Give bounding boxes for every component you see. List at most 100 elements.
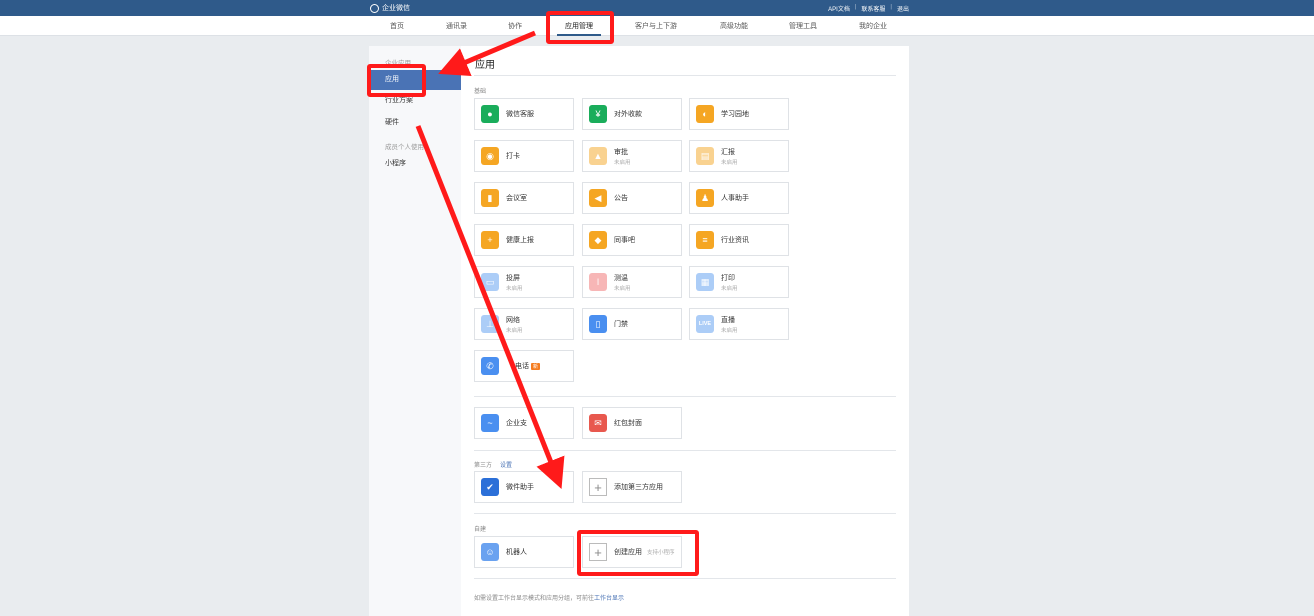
tab-my-enterprise[interactable]: 我的企业 bbox=[859, 21, 887, 31]
main-nav: 首页 通讯录 协作 应用管理 客户与上下游 高级功能 管理工具 我的企业 bbox=[0, 16, 1314, 36]
divider bbox=[474, 75, 896, 76]
check-doc-icon: ✔ bbox=[481, 478, 499, 496]
tab-home[interactable]: 首页 bbox=[390, 21, 404, 31]
workbench-display-link[interactable]: 工作台显示 bbox=[594, 596, 624, 602]
app-card[interactable]: ▭ 投屏 未启用 bbox=[474, 266, 574, 298]
top-links: API文档 | 联系客服 | 退出 bbox=[828, 4, 909, 13]
app-card[interactable]: ▤ 汇报未启用 bbox=[689, 140, 789, 172]
app-name: 学习园地 bbox=[721, 111, 749, 118]
app-name: 会议室 bbox=[506, 195, 527, 202]
contact-support-link[interactable]: 联系客服 bbox=[861, 4, 885, 13]
report-icon: ▤ bbox=[696, 147, 714, 165]
app-card[interactable]: + 健康上报 bbox=[474, 224, 574, 256]
app-status: 未启用 bbox=[506, 285, 523, 292]
wave-icon: ~ bbox=[481, 414, 499, 432]
wecom-logo-icon bbox=[370, 3, 379, 13]
app-name: 行业资讯 bbox=[721, 237, 749, 244]
yen-icon: ¥ bbox=[589, 105, 607, 123]
app-card[interactable]: LIVE 直播 未启用 bbox=[689, 308, 789, 340]
app-card[interactable]: ♟ 人事助手 bbox=[689, 182, 789, 214]
tab-contacts[interactable]: 通讯录 bbox=[446, 21, 467, 31]
tab-advanced[interactable]: 高级功能 bbox=[720, 21, 748, 31]
divider: | bbox=[890, 4, 892, 10]
app-card[interactable]: ◐ 学习园地 bbox=[689, 98, 789, 130]
app-card[interactable]: ⊥ 网络 未启用 bbox=[474, 308, 574, 340]
page-title: 应用 bbox=[475, 60, 495, 71]
annotation-box bbox=[577, 530, 699, 576]
third-party-settings-link[interactable]: 设置 bbox=[500, 463, 512, 469]
app-name: 网络 bbox=[506, 316, 520, 324]
door-icon: ▮ bbox=[481, 189, 499, 207]
divider bbox=[474, 513, 896, 514]
health-clipboard-icon: + bbox=[481, 231, 499, 249]
app-card[interactable]: ¥ 对外收款 bbox=[582, 98, 682, 130]
app-card[interactable]: ▯ 门禁 bbox=[582, 308, 682, 340]
app-card[interactable]: ▦ 打印未启用 bbox=[689, 266, 789, 298]
app-name: 汇报 bbox=[721, 148, 735, 156]
top-bar: 企业微信 API文档 | 联系客服 | 退出 bbox=[0, 0, 1314, 16]
printer-icon: ▦ bbox=[696, 273, 714, 291]
chat-bubble-icon: ● bbox=[481, 105, 499, 123]
app-card[interactable]: ≡ 行业资讯 bbox=[689, 224, 789, 256]
sidebar: 企业应用 应用 行业方案 硬件 成员个人使用 小程序 bbox=[369, 46, 461, 616]
annotation-box bbox=[546, 11, 614, 44]
stamp-icon: ▲ bbox=[589, 147, 607, 165]
app-card[interactable]: ~ 企业支 bbox=[474, 407, 574, 439]
live-icon: LIVE bbox=[696, 315, 714, 333]
app-name: 打印 bbox=[721, 274, 735, 282]
app-card[interactable]: ✔ 微件助手 bbox=[474, 471, 574, 503]
group-label-basic: 基础 bbox=[474, 89, 487, 95]
door-access-icon: ▯ bbox=[589, 315, 607, 333]
app-card[interactable]: ◆ 同事吧 bbox=[582, 224, 682, 256]
app-card[interactable]: ✉ 红包封面 bbox=[582, 407, 682, 439]
location-pin-icon: ◉ bbox=[481, 147, 499, 165]
phone-icon: ✆ bbox=[481, 357, 499, 375]
new-badge: 新 bbox=[531, 363, 541, 370]
sidebar-item-hardware[interactable]: 硬件 bbox=[369, 113, 461, 133]
app-card[interactable]: ✆ 电话新 bbox=[474, 350, 574, 382]
divider bbox=[474, 578, 896, 579]
app-card[interactable]: ǀ 测温 未启用 bbox=[582, 266, 682, 298]
app-name: 电话新 bbox=[515, 361, 541, 371]
app-card[interactable]: ☺ 机器人 bbox=[474, 536, 574, 568]
tab-tools[interactable]: 管理工具 bbox=[789, 21, 817, 31]
divider bbox=[474, 396, 896, 397]
sidebar-group-label: 成员个人使用 bbox=[385, 144, 424, 151]
megaphone-icon: ◀ bbox=[589, 189, 607, 207]
api-docs-link[interactable]: API文档 bbox=[828, 4, 850, 13]
app-name: 企业支 bbox=[506, 420, 527, 427]
brand-name: 企业微信 bbox=[382, 5, 410, 12]
logout-link[interactable]: 退出 bbox=[897, 4, 909, 13]
app-name-text: 电话 bbox=[515, 363, 529, 370]
app-name: 红包封面 bbox=[614, 420, 642, 427]
footnote: 如需设置工作台显示模式和应用分组，可前往工作台显示 bbox=[474, 593, 624, 602]
plus-icon: + bbox=[589, 478, 607, 496]
tab-collab[interactable]: 协作 bbox=[508, 21, 522, 31]
red-packet-icon: ✉ bbox=[589, 414, 607, 432]
app-card[interactable]: ● 微信客服 bbox=[474, 98, 574, 130]
app-name: 投屏 bbox=[506, 274, 520, 282]
app-card[interactable]: ▮ 会议室 bbox=[474, 182, 574, 214]
add-third-party-app-button[interactable]: + 添加第三方应用 bbox=[582, 471, 682, 503]
app-name: 人事助手 bbox=[721, 195, 749, 202]
app-name: 健康上报 bbox=[506, 237, 534, 244]
group-label-text: 第三方 bbox=[474, 463, 493, 469]
app-name: 门禁 bbox=[614, 321, 628, 328]
app-status: 未启用 bbox=[721, 327, 738, 334]
app-status: 未启用 bbox=[721, 159, 738, 166]
app-name: 同事吧 bbox=[614, 237, 635, 244]
app-status: 未启用 bbox=[614, 159, 631, 166]
app-status: 未启用 bbox=[721, 285, 738, 292]
group-label-third-party: 第三方 设置 bbox=[474, 460, 512, 469]
brand[interactable]: 企业微信 bbox=[370, 3, 410, 13]
app-card[interactable]: ◉ 打卡 bbox=[474, 140, 574, 172]
app-name: 对外收款 bbox=[614, 111, 642, 118]
app-card[interactable]: ◀ 公告 bbox=[582, 182, 682, 214]
thermometer-icon: ǀ bbox=[589, 273, 607, 291]
app-card[interactable]: ▲ 审批 未启用 bbox=[582, 140, 682, 172]
app-status: 未启用 bbox=[506, 327, 523, 334]
sidebar-item-miniprogram[interactable]: 小程序 bbox=[369, 154, 461, 174]
tab-customers[interactable]: 客户与上下游 bbox=[635, 21, 677, 31]
news-icon: ≡ bbox=[696, 231, 714, 249]
app-status: 未启用 bbox=[614, 285, 631, 292]
